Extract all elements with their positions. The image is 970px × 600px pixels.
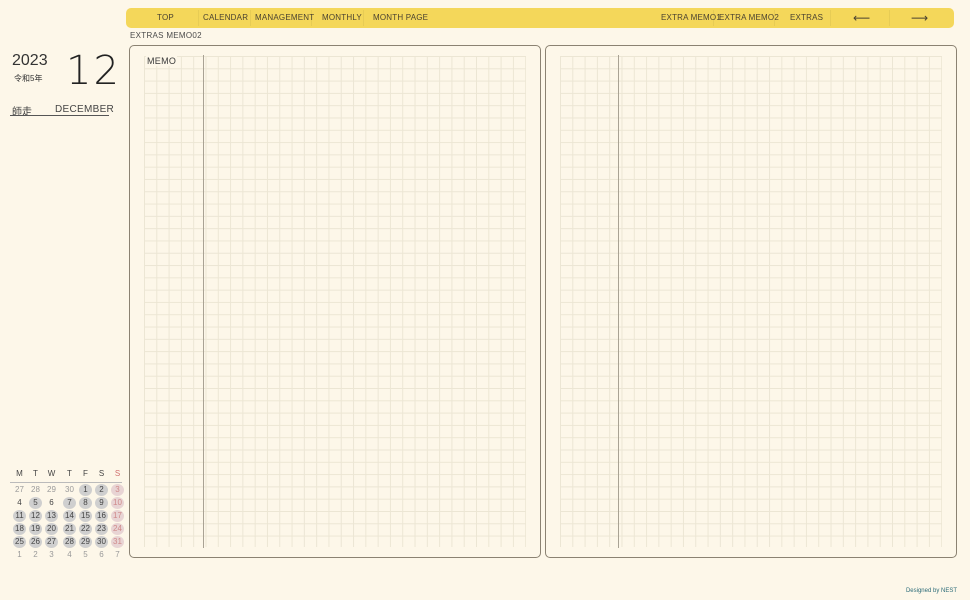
calendar-day[interactable]: 17 — [111, 510, 124, 522]
calendar-day[interactable]: 30 — [63, 484, 76, 496]
calendar-day[interactable]: 27 — [13, 484, 26, 496]
nav-top[interactable]: TOP — [157, 8, 174, 28]
calendar-day[interactable]: 18 — [13, 523, 26, 535]
calendar-day[interactable]: 11 — [13, 510, 26, 522]
calendar-day[interactable]: 24 — [111, 523, 124, 535]
calendar-week-row: 27 28 29 30 1 2 3 — [10, 484, 124, 497]
year-label: 2023 — [12, 52, 48, 69]
calendar-day[interactable]: 27 — [45, 536, 58, 548]
calendar-day[interactable]: 6 — [45, 497, 58, 509]
calendar-day[interactable]: 30 — [95, 536, 108, 548]
calendar-divider — [10, 482, 122, 483]
page-title: EXTRAS MEMO02 — [130, 31, 202, 40]
calendar-day[interactable]: 3 — [111, 484, 124, 496]
weekday-label: M — [16, 469, 23, 478]
calendar-day[interactable]: 16 — [95, 510, 108, 522]
calendar-day[interactable]: 12 — [29, 510, 42, 522]
nav-extras[interactable]: EXTRAS — [790, 8, 823, 28]
calendar-week-row: 4 5 6 7 8 9 10 — [10, 497, 124, 510]
calendar-day[interactable]: 6 — [95, 549, 108, 561]
calendar-week-row: 25 26 27 28 29 30 31 — [10, 536, 124, 549]
calendar-day[interactable]: 25 — [13, 536, 26, 548]
calendar-day[interactable]: 5 — [79, 549, 92, 561]
calendar-day[interactable]: 23 — [95, 523, 108, 535]
margin-line — [203, 55, 204, 548]
calendar-day[interactable]: 3 — [45, 549, 58, 561]
weekday-label: S — [114, 469, 121, 478]
nav-divider — [311, 10, 312, 26]
calendar-day[interactable]: 22 — [79, 523, 92, 535]
calendar-day[interactable]: 4 — [13, 497, 26, 509]
calendar-day[interactable]: 1 — [79, 484, 92, 496]
calendar-day[interactable]: 26 — [29, 536, 42, 548]
calendar-day[interactable]: 31 — [111, 536, 124, 548]
calendar-day[interactable]: 13 — [45, 510, 58, 522]
calendar-day[interactable]: 1 — [13, 549, 26, 561]
nav-divider — [363, 10, 364, 26]
calendar-day[interactable]: 10 — [111, 497, 124, 509]
grid-paper[interactable] — [144, 56, 526, 547]
calendar-day[interactable]: 19 — [29, 523, 42, 535]
nav-divider — [889, 10, 890, 26]
nav-month-page[interactable]: MONTH PAGE — [373, 8, 428, 28]
nav-calendar[interactable]: CALENDAR — [203, 8, 248, 28]
calendar-day[interactable]: 2 — [29, 549, 42, 561]
nav-management[interactable]: MANAGEMENT — [255, 8, 314, 28]
nav-divider — [713, 10, 714, 26]
month-number: 12 — [66, 48, 121, 94]
weekday-header: M T W T F S S — [10, 468, 124, 481]
top-nav: TOP CALENDAR MANAGEMENT MONTHLY MONTH PA… — [126, 8, 954, 28]
weekday-label: T — [33, 469, 38, 478]
weekday-label: T — [67, 469, 72, 478]
memo-label: MEMO — [146, 56, 178, 66]
nav-divider — [198, 10, 199, 26]
memo-panel-right — [545, 45, 957, 558]
calendar-day[interactable]: 5 — [29, 497, 42, 509]
calendar-day[interactable]: 29 — [79, 536, 92, 548]
calendar-day[interactable]: 7 — [63, 497, 76, 509]
credit-text: Designed by NEST — [905, 588, 957, 594]
nav-divider — [250, 10, 251, 26]
calendar-day[interactable]: 4 — [63, 549, 76, 561]
month-underline — [10, 115, 109, 116]
calendar-day[interactable]: 9 — [95, 497, 108, 509]
era-label: 令和5年 — [14, 74, 43, 83]
mini-calendar: M T W T F S S 27 28 29 30 1 2 3 4 5 6 7 8 9 10 11 12 13 1… — [10, 468, 124, 562]
weekday-label: S — [98, 469, 105, 478]
calendar-day[interactable]: 28 — [63, 536, 76, 548]
calendar-week-row: 11 12 13 14 15 16 17 — [10, 510, 124, 523]
memo-panel-left: MEMO — [129, 45, 541, 558]
calendar-day[interactable]: 29 — [45, 484, 58, 496]
month-en-label: DECEMBER — [55, 104, 115, 115]
calendar-week-row: 1234567 — [10, 549, 124, 562]
calendar-day[interactable]: 2 — [95, 484, 108, 496]
calendar-day[interactable]: 21 — [63, 523, 76, 535]
nav-extra-memo2[interactable]: EXTRA MEMO2 — [719, 8, 779, 28]
nav-divider — [830, 10, 831, 26]
nav-monthly[interactable]: MONTHLY — [322, 8, 362, 28]
next-arrow-icon[interactable]: ⟶ — [911, 8, 928, 28]
margin-line — [618, 55, 619, 548]
calendar-day[interactable]: 8 — [79, 497, 92, 509]
prev-arrow-icon[interactable]: ⟵ — [853, 8, 870, 28]
nav-extra-memo1[interactable]: EXTRA MEMO1 — [661, 8, 721, 28]
calendar-day[interactable]: 20 — [45, 523, 58, 535]
calendar-day[interactable]: 15 — [79, 510, 92, 522]
calendar-day[interactable]: 14 — [63, 510, 76, 522]
calendar-week-row: 18 19 20 21 22 23 24 — [10, 523, 124, 536]
weekday-label: F — [83, 469, 88, 478]
nav-divider — [774, 10, 775, 26]
calendar-day[interactable]: 28 — [29, 484, 42, 496]
weekday-label: W — [47, 469, 56, 478]
calendar-day[interactable]: 7 — [111, 549, 124, 561]
